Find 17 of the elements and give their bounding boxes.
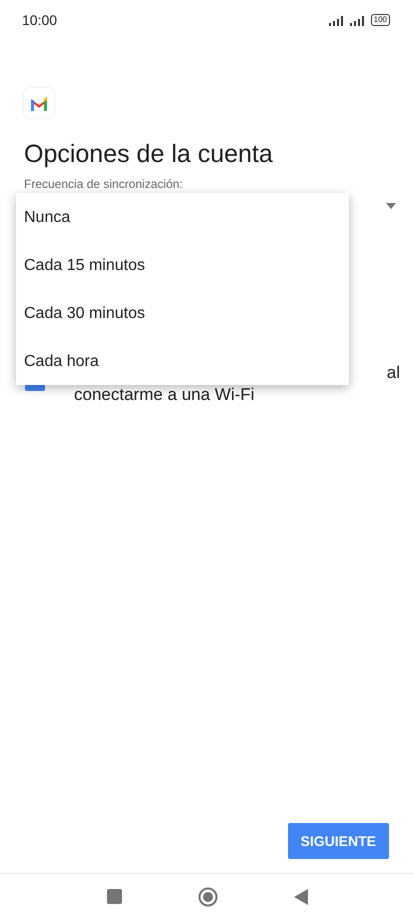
home-icon[interactable]	[198, 886, 218, 906]
recent-apps-icon[interactable]	[106, 889, 122, 904]
back-icon[interactable]	[294, 888, 308, 904]
status-time: 10:00	[22, 12, 58, 28]
field-label: Frecuencia de sincronización:	[24, 177, 183, 191]
battery-level: 100	[370, 14, 390, 26]
signal-icon	[350, 14, 367, 26]
menu-option[interactable]: Cada hora	[16, 337, 349, 385]
menu-option[interactable]: Cada 15 minutos	[16, 241, 349, 289]
dropdown-arrow-icon[interactable]	[386, 203, 396, 209]
menu-option[interactable]: Cada 30 minutos	[16, 289, 349, 337]
page-title: Opciones de la cuenta	[24, 139, 274, 169]
option-text: conectarme a una Wi-Fi	[74, 385, 254, 405]
signal-icon	[328, 14, 346, 26]
menu-option[interactable]: Nunca	[16, 193, 349, 241]
next-button[interactable]: SIGUIENTE	[288, 823, 389, 859]
option-text: al	[386, 363, 400, 383]
